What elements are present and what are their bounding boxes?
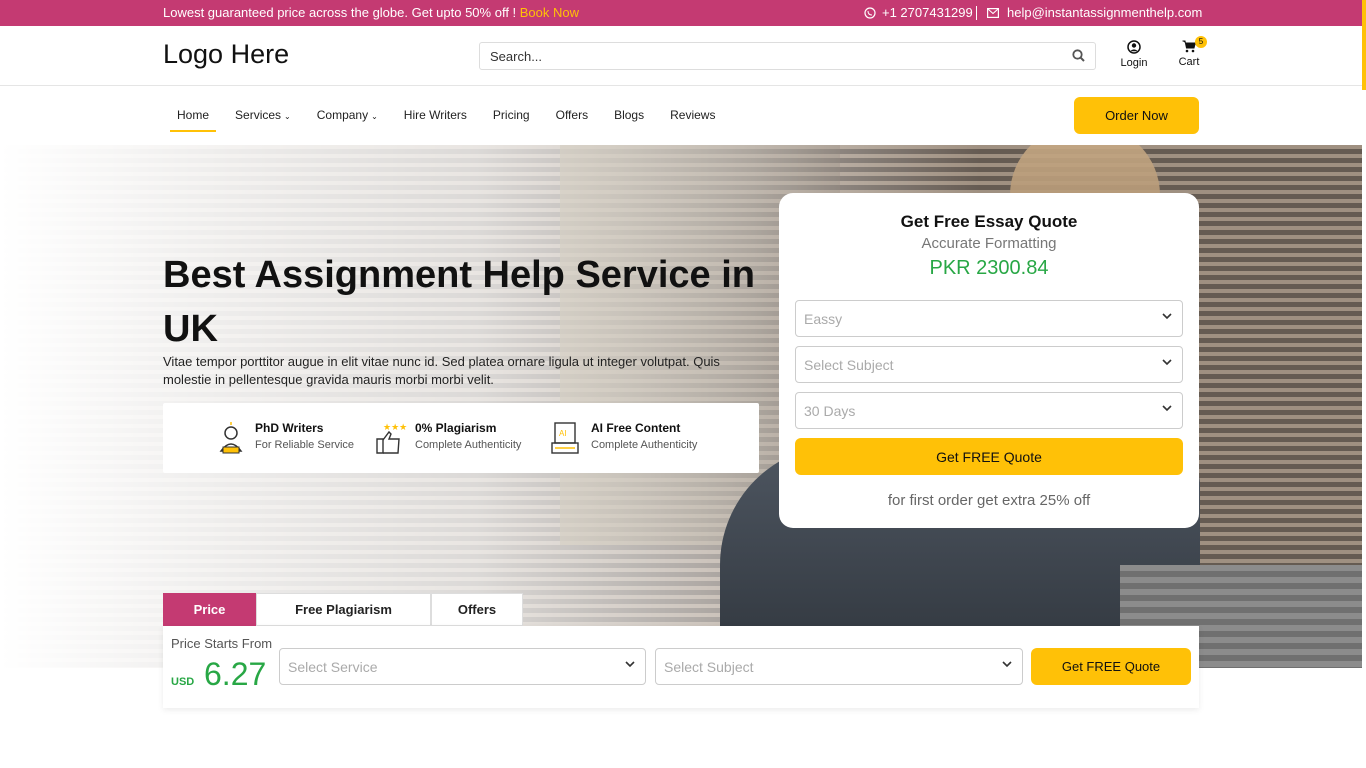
site-logo[interactable]: Logo Here xyxy=(163,39,289,70)
feature-subtitle: Complete Authenticity xyxy=(591,439,698,451)
nav-item-home[interactable]: Home xyxy=(170,106,217,132)
get-free-quote-button[interactable]: Get FREE Quote xyxy=(795,438,1183,475)
feature-ai-free: AI AI Free Content Complete Authenticity xyxy=(549,421,697,455)
nav-label: Blogs xyxy=(614,108,645,122)
login-label: Login xyxy=(1120,57,1148,69)
site-header: Logo Here Login 5 Cart xyxy=(0,26,1366,86)
login-button[interactable]: Login xyxy=(1120,40,1148,69)
subject-select[interactable]: Select Subject xyxy=(795,346,1183,383)
nav-item-services[interactable]: Services ⌄ xyxy=(228,106,298,132)
top-announcement-bar: Lowest guaranteed price across the globe… xyxy=(0,0,1366,26)
nav-item-company[interactable]: Company ⌄ xyxy=(310,106,385,132)
feature-title: AI Free Content xyxy=(591,421,681,435)
nav-item-offers[interactable]: Offers xyxy=(549,106,595,132)
nav-label: Services xyxy=(235,108,282,122)
chevron-down-icon: ⌄ xyxy=(284,112,291,121)
chevron-down-icon xyxy=(1162,405,1172,412)
subject-value: Select Subject xyxy=(804,357,894,373)
tab-free-plagiarism-report[interactable]: Free Plagiarism Report xyxy=(256,593,431,648)
feature-subtitle: Complete Authenticity xyxy=(415,439,522,451)
nav-item-blogs[interactable]: Blogs xyxy=(607,106,651,132)
price-tabs: Price Free Plagiarism Report Offers xyxy=(163,593,523,648)
phd-writer-icon xyxy=(219,422,243,454)
service-value: Select Service xyxy=(288,659,378,675)
search-input[interactable] xyxy=(480,43,1040,69)
cart-label: Cart xyxy=(1178,56,1200,68)
nav-item-reviews[interactable]: Reviews xyxy=(663,106,722,132)
promo-text: Lowest guaranteed price across the globe… xyxy=(163,5,579,20)
deadline-value: 30 Days xyxy=(804,403,856,419)
nav-label: Home xyxy=(177,108,210,122)
chevron-down-icon: ⌄ xyxy=(371,112,378,121)
service-select[interactable]: Select Service xyxy=(279,648,646,685)
order-now-button[interactable]: Order Now xyxy=(1074,97,1199,134)
divider xyxy=(976,6,977,20)
price-subject-select[interactable]: Select Subject xyxy=(655,648,1023,685)
price-get-free-quote-button[interactable]: Get FREE Quote xyxy=(1031,648,1191,685)
cart-count-badge: 5 xyxy=(1195,36,1207,48)
nav-label: Company xyxy=(316,108,369,122)
search-bar xyxy=(479,42,1096,70)
phone-contact[interactable]: +1 2707431299 xyxy=(864,5,973,20)
email-address: help@instantassignmenthelp.com xyxy=(1007,5,1203,20)
ai-document-icon: AI xyxy=(551,422,579,454)
deadline-select[interactable]: 30 Days xyxy=(795,392,1183,429)
price-amount: 6.27 xyxy=(204,656,267,692)
quote-form-title: Get Free Essay Quote xyxy=(900,212,1078,231)
chevron-down-icon xyxy=(1162,359,1172,366)
feature-subtitle: For Reliable Service xyxy=(255,439,355,451)
feature-phd-writers: PhD Writers For Reliable Service xyxy=(213,421,354,455)
cart-icon xyxy=(1182,40,1196,53)
first-order-note: for first order get extra 25% off xyxy=(887,492,1091,509)
price-starts-label: Price Starts From xyxy=(171,636,273,651)
chevron-down-icon xyxy=(625,661,635,668)
feature-title: PhD Writers xyxy=(255,421,324,435)
main-navigation: Home Services ⌄ Company ⌄ Hire Writers Pri… xyxy=(0,86,1366,145)
features-strip: PhD Writers For Reliable Service ★★★ 0% P… xyxy=(163,403,759,473)
price-panel: Price Starts From USD 6.27 Select Servic… xyxy=(163,626,1199,708)
svg-text:★★★: ★★★ xyxy=(383,422,407,432)
promo-message: Lowest guaranteed price across the globe… xyxy=(163,5,520,20)
phone-number: +1 2707431299 xyxy=(882,5,973,20)
tab-price[interactable]: Price xyxy=(163,593,256,626)
hero-description: Vitae tempor porttitor augue in elit vit… xyxy=(163,354,720,387)
user-icon xyxy=(1127,40,1141,54)
cart-button[interactable]: 5 Cart xyxy=(1176,36,1207,68)
hero-title: Best Assignment Help Service in UK xyxy=(163,254,756,350)
book-now-link[interactable]: Book Now xyxy=(520,5,579,20)
whatsapp-icon xyxy=(864,6,876,19)
page-scrollbar[interactable] xyxy=(1362,0,1366,90)
feature-plagiarism: ★★★ 0% Plagiarism Complete Authenticity xyxy=(373,421,521,455)
price-currency: USD xyxy=(171,676,195,688)
nav-label: Offers xyxy=(555,108,589,122)
email-contact[interactable]: help@instantassignmenthelp.com xyxy=(987,5,1202,20)
nav-label: Reviews xyxy=(670,108,716,122)
chevron-down-icon xyxy=(1002,661,1012,668)
envelope-icon xyxy=(987,7,999,18)
tab-offers[interactable]: Offers xyxy=(431,593,523,626)
quote-price: PKR 2300.84 xyxy=(929,257,1049,279)
chevron-down-icon xyxy=(1162,313,1172,320)
nav-item-hire-writers[interactable]: Hire Writers xyxy=(397,106,474,132)
price-subject-value: Select Subject xyxy=(664,659,754,675)
feature-title: 0% Plagiarism xyxy=(415,421,497,435)
thumbs-up-stars-icon: ★★★ xyxy=(376,422,407,454)
quote-form-subtitle: Accurate Formatting xyxy=(921,235,1057,252)
nav-label: Hire Writers xyxy=(403,108,467,122)
nav-label: Pricing xyxy=(492,108,530,122)
svg-text:AI: AI xyxy=(559,429,567,438)
nav-item-pricing[interactable]: Pricing xyxy=(486,106,537,132)
paper-type-value: Eassy xyxy=(804,311,843,327)
paper-type-select[interactable]: Eassy xyxy=(795,300,1183,337)
search-icon[interactable] xyxy=(1072,49,1085,62)
quote-form-card: Get Free Essay Quote Accurate Formatting… xyxy=(779,193,1199,528)
